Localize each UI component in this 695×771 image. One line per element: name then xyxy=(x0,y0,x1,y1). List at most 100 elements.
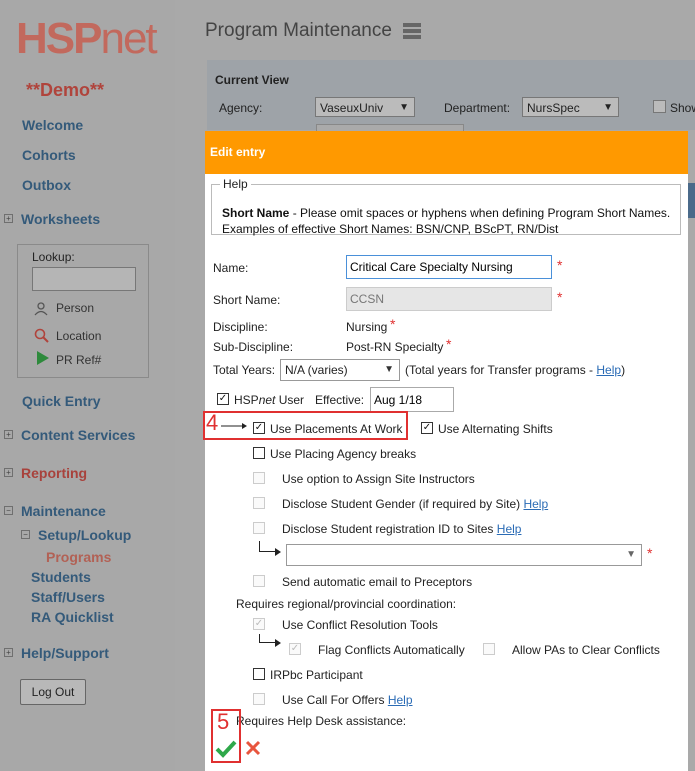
nav-outbox[interactable]: Outbox xyxy=(22,177,71,193)
total-years-note: (Total years for Transfer programs - Hel… xyxy=(405,363,626,377)
requires-helpdesk-label: Requires Help Desk assistance: xyxy=(236,714,407,728)
discipline-label: Discipline: xyxy=(213,320,268,334)
irpbc-checkbox[interactable] xyxy=(253,668,265,680)
use-conflict-checkbox[interactable]: ✓ xyxy=(253,618,265,630)
nav-welcome[interactable]: Welcome xyxy=(22,117,83,133)
check-icon[interactable] xyxy=(215,740,237,758)
step-5-label: 5 xyxy=(217,709,230,734)
use-placing-agency-checkbox[interactable] xyxy=(253,447,265,459)
required-asterisk: * xyxy=(557,289,563,305)
edit-entry-dialog: Edit entry Help Short Name - Please omit… xyxy=(203,131,688,771)
assign-site-instructors-checkbox[interactable] xyxy=(253,472,265,484)
caret-down-icon: ▼ xyxy=(603,102,613,113)
lookup-label: Lookup: xyxy=(32,250,75,264)
help-link[interactable]: Help xyxy=(523,497,548,511)
show-label: Show xyxy=(670,101,695,115)
help-text: Short Name - Please omit spaces or hyphe… xyxy=(222,206,671,236)
arrow-right-icon xyxy=(275,548,281,556)
short-name-input[interactable] xyxy=(346,287,552,311)
allow-pas-label: Allow PAs to Clear Conflicts xyxy=(512,643,660,657)
nav-students[interactable]: Students xyxy=(31,569,91,585)
effective-date-input[interactable] xyxy=(370,387,454,412)
nav-staff-users[interactable]: Staff/Users xyxy=(31,589,105,605)
use-call-checkbox[interactable] xyxy=(253,693,265,705)
help-link[interactable]: Help xyxy=(596,363,621,377)
current-view-title: Current View xyxy=(215,73,289,87)
expand-icon[interactable]: + xyxy=(4,468,13,477)
use-alternating-checkbox[interactable]: ✓ xyxy=(421,422,433,434)
help-link[interactable]: Help xyxy=(497,522,522,536)
collapse-icon[interactable]: − xyxy=(4,506,13,515)
background-button-edge xyxy=(688,183,695,218)
nav-programs[interactable]: Programs xyxy=(46,549,111,565)
expand-icon[interactable]: + xyxy=(4,648,13,657)
logout-button[interactable]: Log Out xyxy=(20,679,86,705)
expand-icon[interactable]: + xyxy=(4,214,13,223)
nav-ra-quicklist[interactable]: RA Quicklist xyxy=(31,609,114,625)
nav-reporting[interactable]: Reporting xyxy=(21,465,87,481)
use-conflict-label: Use Conflict Resolution Tools xyxy=(282,618,438,632)
collapse-icon[interactable]: − xyxy=(21,530,30,539)
caret-down-icon: ▼ xyxy=(399,102,409,113)
lookup-person[interactable]: Person xyxy=(56,301,94,315)
sub-discipline-value: Post-RN Specialty xyxy=(346,340,444,354)
flag-conflicts-label: Flag Conflicts Automatically xyxy=(318,643,465,657)
arrow-right-icon xyxy=(275,639,281,647)
play-icon xyxy=(37,351,49,365)
hspnet-user-checkbox[interactable]: ✓ xyxy=(217,393,229,405)
disclose-registration-checkbox[interactable] xyxy=(253,522,265,534)
help-link[interactable]: Help xyxy=(388,693,413,707)
required-asterisk: * xyxy=(390,316,396,332)
use-call-label: Use Call For Offers Help xyxy=(282,693,413,707)
use-alternating-label: Use Alternating Shifts xyxy=(438,422,553,436)
close-icon[interactable] xyxy=(245,740,261,756)
required-asterisk: * xyxy=(446,336,452,352)
nav-help-support[interactable]: Help/Support xyxy=(21,645,109,661)
send-email-label: Send automatic email to Preceptors xyxy=(282,575,473,589)
required-asterisk: * xyxy=(557,257,563,273)
nav-setup-lookup[interactable]: Setup/Lookup xyxy=(38,527,131,543)
nav-cohorts[interactable]: Cohorts xyxy=(22,147,76,163)
name-label: Name: xyxy=(213,261,249,275)
lookup-panel: Lookup: Person Location PR Ref# xyxy=(17,244,149,378)
help-legend: Help xyxy=(223,177,248,191)
demo-label: **Demo** xyxy=(26,80,105,100)
required-asterisk: * xyxy=(647,545,653,561)
agency-select[interactable]: VaseuxUniv ▼ xyxy=(315,97,415,117)
caret-down-icon: ▼ xyxy=(384,364,394,375)
sub-discipline-label: Sub-Discipline: xyxy=(213,340,294,354)
disclose-registration-label: Disclose Student registration ID to Site… xyxy=(282,522,522,536)
disclose-gender-label: Disclose Student Gender (if required by … xyxy=(282,497,549,511)
use-placements-checkbox[interactable]: ✓ xyxy=(253,422,265,434)
help-box: Help Short Name - Please omit spaces or … xyxy=(211,177,681,236)
short-name-label: Short Name: xyxy=(213,293,281,307)
irpbc-label: IRPbc Participant xyxy=(270,668,363,682)
dialog-title: Edit entry xyxy=(205,131,688,174)
name-input[interactable] xyxy=(346,255,552,279)
disclose-gender-checkbox[interactable] xyxy=(253,497,265,509)
allow-pas-checkbox[interactable] xyxy=(483,643,495,655)
nav-quick-entry[interactable]: Quick Entry xyxy=(22,393,101,409)
lookup-pr-ref[interactable]: PR Ref# xyxy=(56,353,101,367)
lookup-input[interactable] xyxy=(32,267,136,291)
assign-site-instructors-label: Use option to Assign Site Instructors xyxy=(282,472,475,486)
nav-maintenance[interactable]: Maintenance xyxy=(21,503,106,519)
registration-id-select[interactable]: ▼ xyxy=(286,544,642,566)
use-placing-agency-label: Use Placing Agency breaks xyxy=(270,447,417,461)
caret-down-icon: ▼ xyxy=(626,549,636,560)
show-checkbox[interactable] xyxy=(653,100,666,113)
total-years-select[interactable]: N/A (varies) ▼ xyxy=(280,359,400,381)
server-icon[interactable] xyxy=(402,21,422,41)
step-4-label: 4 xyxy=(206,410,219,435)
expand-icon[interactable]: + xyxy=(4,430,13,439)
lookup-location[interactable]: Location xyxy=(56,329,101,343)
nav-content-services[interactable]: Content Services xyxy=(21,427,135,443)
discipline-value: Nursing xyxy=(346,320,388,334)
send-email-checkbox[interactable] xyxy=(253,575,265,587)
sidebar: HSPnet **Demo** Welcome Cohorts Outbox +… xyxy=(0,0,175,771)
department-select[interactable]: NursSpec ▼ xyxy=(522,97,619,117)
flag-conflicts-checkbox[interactable]: ✓ xyxy=(289,643,301,655)
requires-regional-label: Requires regional/provincial coordinatio… xyxy=(236,597,457,611)
use-placements-label: Use Placements At Work xyxy=(270,422,403,436)
nav-worksheets[interactable]: Worksheets xyxy=(21,211,100,227)
